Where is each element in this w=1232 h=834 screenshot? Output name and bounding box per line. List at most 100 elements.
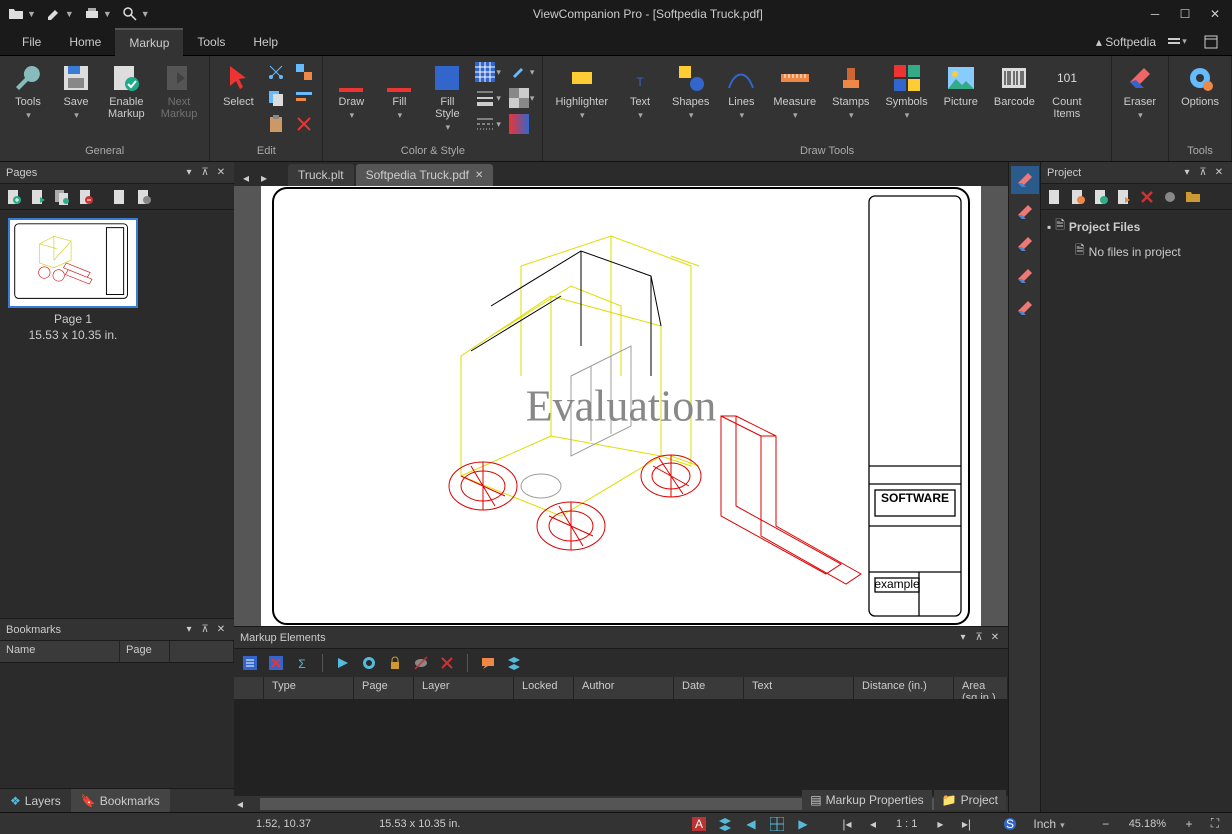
close-button[interactable]: ✕ <box>1202 4 1228 24</box>
eraser-tool-4[interactable] <box>1011 262 1039 290</box>
panel-pin-icon[interactable]: ⊼ <box>198 166 212 180</box>
status-page-last[interactable]: ▸| <box>957 815 975 833</box>
tree-root[interactable]: ▪🗎Project Files <box>1047 214 1226 239</box>
col-page[interactable]: Page <box>120 641 170 662</box>
enable-markup-button[interactable]: Enable Markup <box>102 58 151 124</box>
highlighter-button[interactable]: Highlighter▾ <box>549 58 614 125</box>
me-layers-button[interactable] <box>504 653 524 673</box>
tab-project[interactable]: 📁Project <box>934 790 1006 810</box>
me-hide-button[interactable] <box>411 653 431 673</box>
print-button[interactable]: ▼ <box>80 4 116 24</box>
proj-edit-button[interactable] <box>1068 187 1088 207</box>
line-style-button[interactable]: ▾ <box>473 112 503 136</box>
status-snap-icon[interactable]: S <box>1001 815 1019 833</box>
panel-menu-icon[interactable]: ▾ <box>182 623 196 637</box>
menu-tools[interactable]: Tools <box>183 29 239 55</box>
col-text[interactable]: Text <box>744 677 854 699</box>
select-button[interactable]: Select <box>216 58 260 112</box>
text-button[interactable]: TText▾ <box>618 58 662 125</box>
window-layout-button[interactable] <box>1198 32 1224 52</box>
cut-button[interactable] <box>264 60 288 84</box>
status-grid-icon[interactable] <box>768 815 786 833</box>
status-layers-icon[interactable] <box>716 815 734 833</box>
hatch-button[interactable]: ▾ <box>473 60 503 84</box>
col-author[interactable]: Author <box>574 677 674 699</box>
menu-file[interactable]: File <box>8 29 55 55</box>
me-settings-button[interactable] <box>359 653 379 673</box>
tools-button[interactable]: Tools▾ <box>6 58 50 125</box>
me-sum-button[interactable]: Σ <box>292 653 312 673</box>
options-button[interactable]: Options <box>1175 58 1225 112</box>
status-unit[interactable]: Inch ▾ <box>1027 817 1070 831</box>
shapes-button[interactable]: Shapes▾ <box>666 58 715 125</box>
panel-close-icon[interactable]: ✕ <box>1212 166 1226 180</box>
search-button[interactable]: ▼ <box>118 4 154 24</box>
me-goto-button[interactable] <box>333 653 353 673</box>
count-items-button[interactable]: 101Count Items <box>1045 58 1089 124</box>
page-settings-button[interactable] <box>134 187 154 207</box>
panel-close-icon[interactable]: ✕ <box>988 631 1002 645</box>
group-button[interactable] <box>292 60 316 84</box>
symbols-button[interactable]: Symbols▾ <box>879 58 933 125</box>
panel-close-icon[interactable]: ✕ <box>214 623 228 637</box>
align-button[interactable] <box>292 86 316 110</box>
status-nav-next[interactable]: ▶ <box>794 815 812 833</box>
proj-folder-button[interactable] <box>1183 187 1203 207</box>
proj-open-button[interactable] <box>1114 187 1134 207</box>
zoom-in-button[interactable]: + <box>1180 815 1198 833</box>
maximize-button[interactable]: ☐ <box>1172 4 1198 24</box>
menu-home[interactable]: Home <box>55 29 115 55</box>
next-markup-button[interactable]: Next Markup <box>155 58 204 124</box>
tab-next-button[interactable]: ▸ <box>256 170 272 186</box>
tab-close-icon[interactable]: ✕ <box>475 170 483 181</box>
proj-new-button[interactable] <box>1045 187 1065 207</box>
panel-menu-icon[interactable]: ▾ <box>1180 166 1194 180</box>
col-page[interactable]: Page <box>354 677 414 699</box>
panel-menu-icon[interactable]: ▾ <box>182 166 196 180</box>
col-type[interactable]: Type <box>264 677 354 699</box>
minimize-button[interactable]: ─ <box>1142 4 1168 24</box>
zoom-fit-button[interactable]: ⛶ <box>1206 815 1224 833</box>
col-name[interactable]: Name <box>0 641 120 662</box>
open-button[interactable]: ▼ <box>4 4 40 24</box>
barcode-button[interactable]: Barcode <box>988 58 1041 112</box>
tab-bookmarks[interactable]: 🔖Bookmarks <box>71 789 170 812</box>
tab-prev-button[interactable]: ◂ <box>238 170 254 186</box>
panel-close-icon[interactable]: ✕ <box>214 166 228 180</box>
collapse-icon[interactable]: ▪ <box>1047 220 1051 234</box>
col-layer[interactable]: Layer <box>414 677 514 699</box>
ribbon-display-button[interactable]: ▾ <box>1164 32 1190 52</box>
measure-button[interactable]: Measure▾ <box>767 58 822 125</box>
me-delete-button[interactable] <box>437 653 457 673</box>
status-ratio[interactable]: 1 : 1 <box>890 818 923 830</box>
document-tab[interactable]: Softpedia Truck.pdf✕ <box>356 164 494 186</box>
transparency-button[interactable]: ▾ <box>507 86 537 110</box>
panel-pin-icon[interactable]: ⊼ <box>198 623 212 637</box>
menu-help[interactable]: Help <box>239 29 292 55</box>
tab-layers[interactable]: ❖Layers <box>0 789 71 812</box>
eraser-tool-2[interactable] <box>1011 198 1039 226</box>
gradient-button[interactable] <box>507 112 537 136</box>
eraser-tool-5[interactable] <box>1011 294 1039 322</box>
duplicate-page-button[interactable] <box>52 187 72 207</box>
status-page-first[interactable]: |◂ <box>838 815 856 833</box>
col-locked[interactable]: Locked <box>514 677 574 699</box>
me-comment-button[interactable] <box>478 653 498 673</box>
document-tab[interactable]: Truck.plt <box>288 164 354 186</box>
canvas-viewport[interactable]: SOFTWARE example <box>234 186 1008 626</box>
proj-add-button[interactable] <box>1091 187 1111 207</box>
eraser-tool-1[interactable] <box>1011 166 1039 194</box>
zoom-out-button[interactable]: − <box>1097 815 1115 833</box>
menu-markup[interactable]: Markup <box>115 28 183 56</box>
eraser-tool-3[interactable] <box>1011 230 1039 258</box>
copy-button[interactable] <box>264 86 288 110</box>
status-page-next[interactable]: ▸ <box>931 815 949 833</box>
picture-button[interactable]: Picture <box>938 58 984 112</box>
insert-page-button[interactable] <box>28 187 48 207</box>
status-nav-prev[interactable]: ◀ <box>742 815 760 833</box>
me-lock-button[interactable] <box>385 653 405 673</box>
status-page-prev[interactable]: ◂ <box>864 815 882 833</box>
panel-pin-icon[interactable]: ⊼ <box>972 631 986 645</box>
save-button[interactable]: Save▾ <box>54 58 98 125</box>
brush-button[interactable]: ▾ <box>507 60 537 84</box>
